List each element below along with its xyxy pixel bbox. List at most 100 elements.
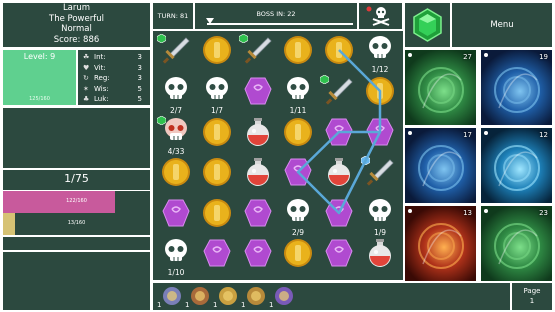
menu-button[interactable]: Menu [452, 3, 552, 47]
board-tile-sword[interactable] [156, 34, 196, 74]
skull-enemy-icon [287, 77, 309, 99]
level-xp-text: 125/160 [29, 96, 50, 102]
skill-cooldown: 13 [463, 209, 472, 217]
hp-text: 122/160 [66, 198, 87, 204]
board-tile-potion[interactable] [238, 116, 278, 156]
stat-name: Int: [94, 53, 106, 62]
board-tile-purple-gem[interactable] [278, 156, 318, 196]
skull-enemy-icon [369, 199, 391, 221]
gold-coin-icon [366, 77, 394, 105]
sword-item[interactable]: 1 [157, 284, 184, 309]
vortex-skill[interactable]: 12 [481, 128, 552, 203]
skill-cooldown: 23 [539, 209, 548, 217]
treasure-item[interactable]: 1 [241, 284, 268, 309]
skull-enemy-icon [165, 239, 187, 261]
board-tile-coin[interactable] [360, 75, 400, 115]
fire-icon [418, 223, 464, 269]
leaf-skill[interactable]: 23 [481, 206, 552, 281]
board-tile-coin[interactable] [197, 116, 237, 156]
board-tile-skull[interactable]: 1/9 [360, 197, 400, 237]
inventory-bar: 1 1 1 1 1 [153, 283, 510, 310]
turn-counter: 1/75 [64, 172, 89, 185]
level-panel: Level: 9 125/160 [3, 50, 76, 105]
board-tile-purple-gem[interactable] [360, 116, 400, 156]
blue-gem-badge-icon [361, 156, 370, 165]
green-gem-badge-icon [239, 34, 248, 43]
enemy-hp-label: 1/10 [167, 268, 185, 277]
board-tile-skull[interactable]: 1/10 [156, 237, 196, 277]
whirl-icon [418, 145, 464, 191]
item-count: 1 [157, 301, 162, 309]
amulet-icon [219, 287, 237, 305]
spacer-panel [3, 237, 150, 250]
whirl-skill[interactable]: 17 [405, 128, 476, 203]
mp-bar-panel: 13/160 [3, 213, 150, 235]
purple-gem-icon [162, 199, 190, 227]
board-tile-purple-gem[interactable] [197, 237, 237, 277]
board-tile-coin[interactable] [278, 34, 318, 74]
board-tile-sword[interactable] [238, 34, 278, 74]
emerald-panel[interactable] [405, 3, 450, 47]
skull-enemy-icon [369, 36, 391, 58]
item-count: 1 [185, 301, 190, 309]
stat-name: Wis: [94, 84, 109, 93]
fire-skill[interactable]: 13 [405, 206, 476, 281]
gold-coin-icon [325, 36, 353, 64]
board-tile-purple-gem[interactable] [238, 75, 278, 115]
board-tile-purple-gem[interactable] [238, 237, 278, 277]
board-tile-purple-gem[interactable] [238, 197, 278, 237]
gold-coin-icon [284, 36, 312, 64]
board-tile-sword[interactable] [360, 156, 400, 196]
clover-icon: ♣ [83, 95, 90, 104]
board-tile-coin[interactable] [197, 156, 237, 196]
turn-counter-panel: 1/75 [3, 170, 150, 190]
stat-value: 3 [137, 53, 142, 62]
gold-coin-icon [203, 36, 231, 64]
boss-icon-panel[interactable] [359, 3, 402, 29]
board-tile-skull[interactable]: 1/11 [278, 75, 318, 115]
game-board[interactable]: 1/12 2/7 1/7 1/11 4/33 2/9 1/9 1/10 [153, 31, 403, 280]
board-tile-sword[interactable] [319, 75, 359, 115]
board-tile-purple-gem[interactable] [319, 237, 359, 277]
board-tile-skull-red[interactable]: 4/33 [156, 116, 196, 156]
board-tile-coin[interactable] [278, 237, 318, 277]
purple-gem-icon [284, 158, 312, 186]
board-tile-purple-gem[interactable] [319, 116, 359, 156]
item-count: 1 [241, 301, 246, 309]
boss-timer-panel: BOSS IN: 22 [195, 3, 357, 29]
crystal-item[interactable]: 1 [269, 284, 296, 309]
board-tile-purple-gem[interactable] [319, 197, 359, 237]
purple-gem-icon [325, 239, 353, 267]
item-count: 1 [269, 301, 274, 309]
enemy-hp-label: 1/12 [371, 65, 389, 74]
board-tile-potion[interactable] [319, 156, 359, 196]
board-tile-potion[interactable] [360, 237, 400, 277]
potion-set-item[interactable]: 1 [185, 284, 212, 309]
board-tile-skull[interactable]: 2/7 [156, 75, 196, 115]
mind-skill[interactable]: 19 [481, 50, 552, 125]
stat-value: 3 [137, 63, 142, 72]
skill-ready-dot [408, 53, 412, 57]
board-tile-potion[interactable] [238, 156, 278, 196]
gold-coin-icon [203, 118, 231, 146]
skill-cooldown: 17 [463, 131, 472, 139]
amulet-item[interactable]: 1 [213, 284, 240, 309]
gold-coin-icon [284, 118, 312, 146]
board-tile-skull[interactable]: 2/9 [278, 197, 318, 237]
board-tile-skull[interactable]: 1/12 [360, 34, 400, 74]
board-tile-coin[interactable] [197, 197, 237, 237]
skill-cooldown: 12 [539, 131, 548, 139]
enemy-hp-label: 2/7 [169, 106, 183, 115]
enemy-hp-label: 4/33 [167, 147, 185, 156]
board-tile-coin[interactable] [278, 116, 318, 156]
stat-name: Vit: [94, 63, 106, 72]
stats-panel: ☘ Int: 3 ♥ Vit: 3 ↻ Reg: 3 ✶ Wis: 5 ♣ Luk: 5 [78, 50, 150, 105]
board-tile-coin[interactable] [319, 34, 359, 74]
board-tile-coin[interactable] [156, 156, 196, 196]
board-tile-skull[interactable]: 1/7 [197, 75, 237, 115]
board-tile-purple-gem[interactable] [156, 197, 196, 237]
purple-gem-icon [244, 199, 272, 227]
page-indicator[interactable]: Page 1 [512, 283, 552, 310]
board-tile-coin[interactable] [197, 34, 237, 74]
scroll-skill[interactable]: 27 [405, 50, 476, 125]
